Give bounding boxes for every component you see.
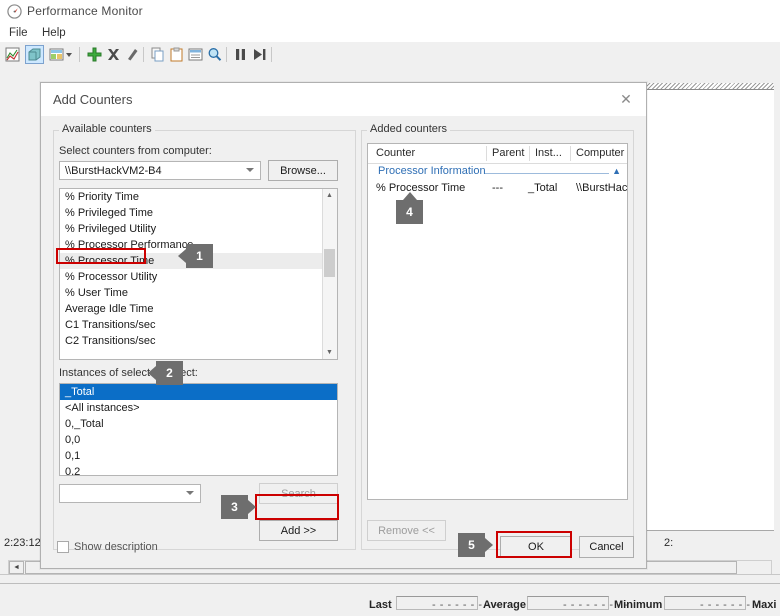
counter-list-item[interactable]: % Priority Time xyxy=(60,189,323,205)
column-header-parent[interactable]: Parent xyxy=(492,147,524,159)
instance-list-item-total[interactable]: _Total xyxy=(60,384,337,400)
view-graph-icon[interactable] xyxy=(3,45,22,64)
callout-badge-2: 2 xyxy=(148,361,183,385)
show-description-checkbox[interactable] xyxy=(57,541,69,553)
show-description-label: Show description xyxy=(74,541,158,553)
performance-monitor-icon xyxy=(7,4,22,19)
cell-instance: _Total xyxy=(528,182,558,194)
available-counters-listbox[interactable]: % Priority Time % Privileged Time % Priv… xyxy=(59,188,338,360)
callout-number: 4 xyxy=(406,205,413,219)
callout-number: 3 xyxy=(231,500,238,514)
counter-list-item[interactable]: % User Time xyxy=(60,285,323,301)
dialog-title-bar: Add Counters ✕ xyxy=(41,83,646,116)
column-header-computer[interactable]: Computer xyxy=(576,147,624,159)
counter-list-item[interactable]: C1 Transitions/sec xyxy=(60,317,323,333)
update-data-icon[interactable] xyxy=(250,45,269,64)
computer-combobox-value: \\BurstHackVM2-B4 xyxy=(65,165,162,177)
remove-button[interactable]: Remove << xyxy=(367,520,446,541)
view-histogram-icon[interactable] xyxy=(25,45,44,64)
chevron-down-icon xyxy=(246,168,254,172)
chevron-up-icon[interactable]: ▲ xyxy=(612,166,621,176)
callout-badge-1: 1 xyxy=(178,244,213,268)
table-group-row[interactable]: Processor Information ▲ xyxy=(368,164,627,181)
highlight-icon[interactable] xyxy=(123,45,142,64)
scroll-down-arrow-icon[interactable]: ▼ xyxy=(323,346,336,359)
performance-monitor-window: Performance Monitor File Help 2:23:12 2:… xyxy=(0,0,780,616)
select-computer-label: Select counters from computer: xyxy=(59,145,212,157)
callout-number: 2 xyxy=(166,366,173,380)
view-dropdown-caret-icon[interactable] xyxy=(66,53,72,57)
counter-list-item[interactable]: Average Idle Time xyxy=(60,301,323,317)
instance-list-item[interactable]: 0,0 xyxy=(60,432,337,448)
cell-counter: % Processor Time xyxy=(376,182,466,194)
table-header: Counter Parent Inst... Computer xyxy=(368,144,627,164)
toolbar xyxy=(0,42,780,68)
search-input[interactable] xyxy=(59,484,201,503)
menu-bar: File Help xyxy=(0,23,780,42)
dialog-title: Add Counters xyxy=(53,92,133,107)
status-label-maximum: Maxi xyxy=(752,599,777,611)
table-group-label: Processor Information xyxy=(378,165,486,177)
properties-icon[interactable] xyxy=(186,45,205,64)
chevron-down-icon xyxy=(186,491,194,495)
instance-list-item[interactable]: 0,2 xyxy=(60,464,337,475)
callout-badge-5: 5 xyxy=(458,533,493,557)
add-counters-dialog: Add Counters ✕ Available counters Select… xyxy=(40,82,647,569)
menu-file[interactable]: File xyxy=(5,26,32,40)
zoom-icon[interactable] xyxy=(205,45,224,64)
available-counters-label: Available counters xyxy=(59,123,155,135)
callout-number: 5 xyxy=(468,538,475,552)
ok-button[interactable]: OK xyxy=(500,536,572,558)
copy-properties-icon[interactable] xyxy=(148,45,167,64)
browse-button[interactable]: Browse... xyxy=(268,160,338,181)
instance-list-item[interactable]: <All instances> xyxy=(60,400,337,416)
callout-number: 1 xyxy=(196,249,203,263)
column-header-instance[interactable]: Inst... xyxy=(535,147,562,159)
instance-list-item[interactable]: 0,1 xyxy=(60,448,337,464)
counters-scroll-thumb[interactable] xyxy=(324,249,335,277)
add-button[interactable]: Add >> xyxy=(259,520,338,541)
title-bar: Performance Monitor xyxy=(0,0,780,23)
view-report-icon[interactable] xyxy=(47,45,66,64)
cell-parent: --- xyxy=(492,182,503,194)
window-title: Performance Monitor xyxy=(27,4,143,18)
close-icon[interactable]: ✕ xyxy=(614,89,638,109)
counter-list-item[interactable]: C2 Transitions/sec xyxy=(60,333,323,349)
add-counter-icon[interactable] xyxy=(85,45,104,64)
menu-help[interactable]: Help xyxy=(38,26,70,40)
freeze-display-icon[interactable] xyxy=(231,45,250,64)
instances-listbox[interactable]: _Total <All instances> 0,_Total 0,0 0,1 … xyxy=(59,383,338,476)
instance-list-item[interactable]: 0,_Total xyxy=(60,416,337,432)
paste-counter-list-icon[interactable] xyxy=(167,45,186,64)
status-label-last: Last xyxy=(369,599,392,611)
column-header-counter[interactable]: Counter xyxy=(376,147,415,159)
callout-badge-4: 4 xyxy=(396,192,423,224)
status-label-minimum: Minimum xyxy=(614,599,663,611)
status-bar: Last - - - - - - - - - Average - - - - -… xyxy=(0,574,780,616)
delete-counter-icon[interactable] xyxy=(104,45,123,64)
cancel-button[interactable]: Cancel xyxy=(579,536,634,558)
counter-list-item[interactable]: % Privileged Utility xyxy=(60,221,323,237)
callout-badge-3: 3 xyxy=(221,495,256,519)
scroll-up-arrow-icon[interactable]: ▲ xyxy=(323,189,336,202)
x-tick-label-end: 2: xyxy=(664,537,674,549)
computer-combobox[interactable]: \\BurstHackVM2-B4 xyxy=(59,161,261,180)
added-counters-label: Added counters xyxy=(367,123,451,135)
scroll-left-arrow-icon[interactable]: ◄ xyxy=(9,561,24,574)
counter-list-item[interactable]: % Privileged Time xyxy=(60,205,323,221)
counter-list-item[interactable]: % Processor Utility xyxy=(60,269,323,285)
cell-computer: \\BurstHackV... xyxy=(576,182,628,194)
status-label-average: Average xyxy=(483,599,527,611)
search-button[interactable]: Search xyxy=(259,483,338,504)
counters-vertical-scrollbar[interactable]: ▲ ▼ xyxy=(322,189,337,359)
x-tick-label-start: 2:23:12 xyxy=(4,537,41,549)
